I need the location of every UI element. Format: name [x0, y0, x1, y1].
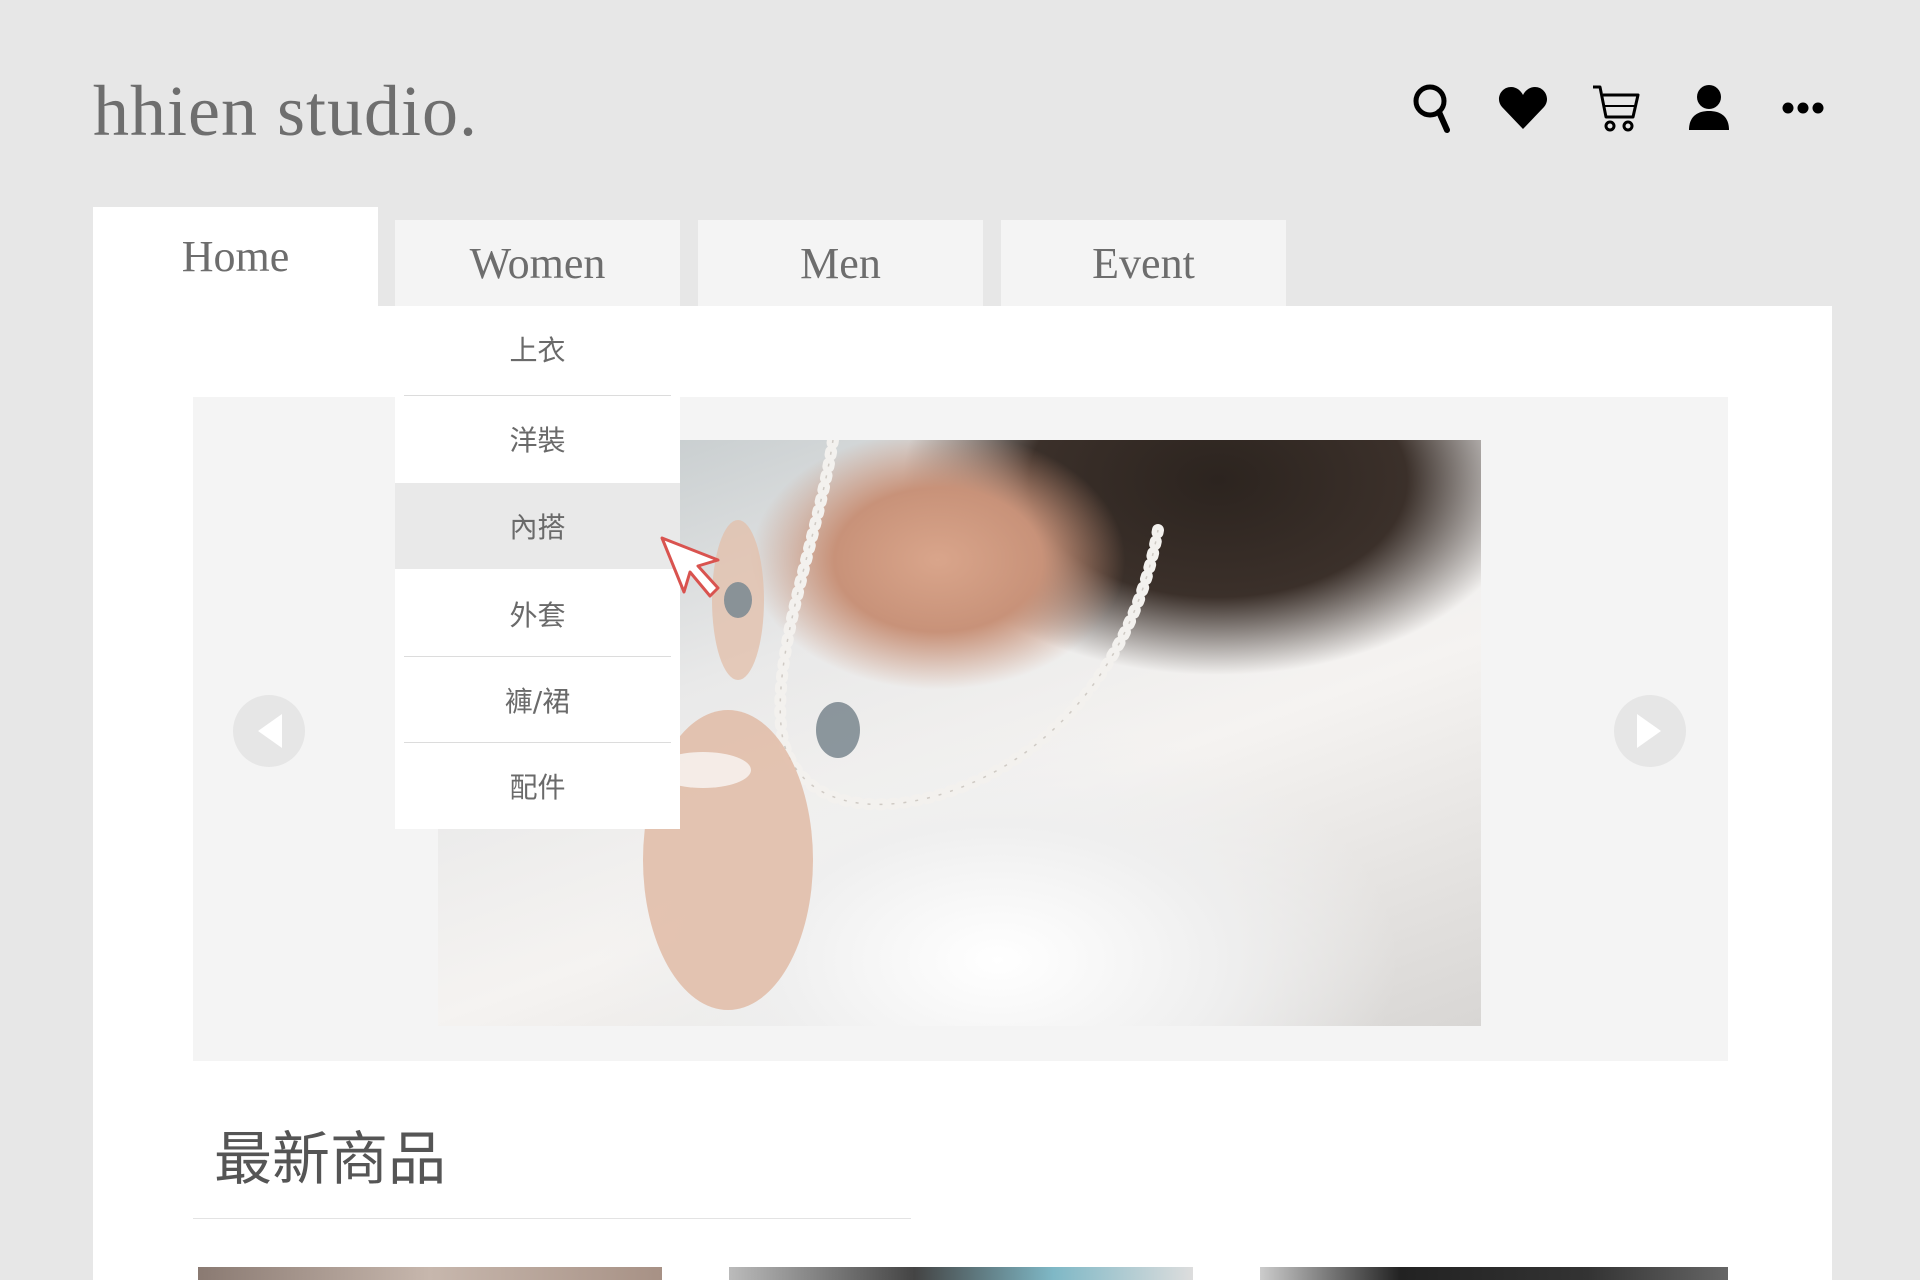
tab-men[interactable]: Men — [698, 220, 983, 306]
more-button[interactable] — [1775, 80, 1831, 136]
wishlist-button[interactable] — [1495, 80, 1551, 136]
carousel-next-button[interactable] — [1614, 695, 1686, 767]
heart-icon — [1498, 87, 1548, 129]
menu-item-tops[interactable]: 上衣 — [395, 306, 680, 392]
tab-event[interactable]: Event — [1001, 220, 1286, 306]
carousel-prev-button[interactable] — [233, 695, 305, 767]
menu-item-jackets[interactable]: 外套 — [395, 571, 680, 657]
more-icon — [1782, 102, 1824, 114]
product-thumbnail[interactable] — [1260, 1267, 1728, 1280]
triangle-right-icon — [1637, 714, 1661, 748]
product-thumbnail[interactable] — [198, 1267, 662, 1280]
cart-button[interactable] — [1588, 80, 1644, 136]
tab-home[interactable]: Home — [93, 207, 378, 306]
main-content: 最新商品 — [93, 306, 1832, 1280]
account-button[interactable] — [1681, 80, 1737, 136]
triangle-left-icon — [258, 714, 282, 748]
tab-women[interactable]: Women — [395, 220, 680, 306]
menu-item-accessories[interactable]: 配件 — [395, 743, 680, 829]
search-button[interactable] — [1405, 80, 1461, 136]
search-icon — [1413, 84, 1450, 133]
divider — [193, 1218, 911, 1219]
menu-item-dresses[interactable]: 洋裝 — [395, 396, 680, 482]
menu-item-innerwear[interactable]: 內搭 — [395, 483, 680, 569]
product-thumbnail[interactable] — [729, 1267, 1193, 1280]
section-title-new-arrivals: 最新商品 — [214, 1125, 447, 1193]
menu-item-pants-skirts[interactable]: 褲/裙 — [395, 657, 680, 743]
mouse-cursor-icon — [660, 536, 720, 598]
women-dropdown-menu: 上衣 洋裝 內搭 外套 褲/裙 配件 — [395, 306, 680, 829]
header-toolbar — [0, 80, 1920, 140]
cart-icon — [1593, 85, 1640, 132]
user-icon — [1689, 85, 1729, 130]
